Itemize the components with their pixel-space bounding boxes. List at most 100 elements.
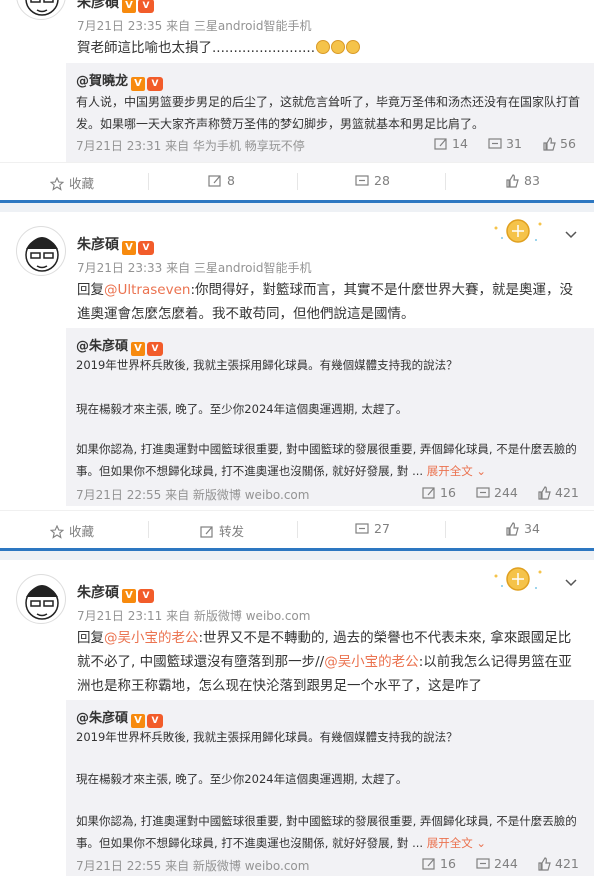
avatar[interactable] [16,0,66,20]
chevron-down-icon[interactable] [564,578,578,588]
divider [445,173,446,190]
repost-icon [422,487,435,499]
repost-count-text: 14 [452,136,468,151]
verified-icon: V [131,77,146,91]
chevron-down-icon[interactable]: ⌄ [473,836,486,850]
mention-link[interactable]: @吴小宝的老公 [324,654,419,670]
feed-separator [0,548,594,560]
comment-button[interactable]: 28 [355,173,390,188]
quoted-username[interactable]: @朱彦碩 V V [76,335,164,356]
quoted-username-text[interactable]: @朱彦碩 [76,711,128,726]
like-button[interactable]: 34 [505,521,540,536]
level-icon: V [138,589,154,603]
quoted-like-count[interactable]: 421 [537,485,579,500]
comment-count-text: 31 [506,136,522,151]
favorite-button[interactable]: 收藏 [49,521,95,540]
verified-icon: V [122,0,136,13]
mention-link[interactable]: @Ultraseven [104,282,190,298]
username[interactable]: 朱彦碩 V V [77,582,154,603]
like-icon [538,857,551,871]
quoted-paragraph-1: 2019年世界杯兵敗後, 我就主張採用歸化球員。有幾個媒體支持我的說法？ [76,730,458,744]
verified-icon: V [122,241,136,255]
quoted-username[interactable]: @朱彦碩 V V [76,707,164,728]
post-text: 回复@吴小宝的老公:世界又不是不轉動的, 過去的榮譽也不代表未來, 拿來跟國足比… [77,626,582,698]
quoted-username-text[interactable]: @賀曉龙 [76,74,128,89]
username-text[interactable]: 朱彦碩 [77,0,119,11]
avatar[interactable] [16,574,66,624]
quoted-repost-count[interactable]: 16 [422,856,456,871]
favorite-button[interactable]: 收藏 [49,173,95,192]
quoted-paragraph-3-text: 如果你認為, 打進奧運對中國籃球很重要, 對中國籃球的發展很重要, 弄個歸化球員… [76,442,577,478]
repost-button[interactable]: 转发 [200,521,244,540]
repost-icon [422,858,435,870]
post-text: 賀老師這比喻也太損了........................ [77,36,582,60]
favorite-label: 收藏 [69,176,95,191]
level-icon: V [147,77,164,91]
favorite-label: 收藏 [69,524,95,539]
mention-link[interactable]: @吴小宝的老公 [104,630,199,646]
quoted-comment-count[interactable]: 31 [488,136,522,151]
repost-count-text: 16 [440,856,456,871]
like-count-text: 56 [560,136,576,151]
post-meta: 7月21日 23:33 来自 三星android智能手机 [77,261,312,275]
star-icon [49,524,65,539]
quoted-paragraph-2: 現在楊毅才來主張, 晚了。至少你2024年這個奧運週期, 太趕了。 [76,772,408,786]
quoted-comment-count[interactable]: 244 [476,485,518,500]
chevron-down-icon[interactable] [564,230,578,240]
chevron-down-icon[interactable]: ⌄ [473,464,486,478]
divider [445,521,446,538]
action-bar: 收藏 8 28 83 [0,162,594,200]
quoted-text: 有人说，中国男篮要步男足的后尘了，这就危言耸听了，毕竟万圣伟和汤杰还没有在国家队… [76,95,581,131]
quoted-username[interactable]: @賀曉龙 V V [76,70,164,91]
medal-decoration-icon [494,219,542,243]
quoted-post[interactable]: @朱彦碩 V V 2019年世界杯兵敗後, 我就主張採用歸化球員。有幾個媒體支持我的… [66,328,594,506]
repost-button[interactable]: 8 [208,173,235,188]
comment-button[interactable]: 27 [355,521,390,536]
comment-icon [355,175,369,186]
divider [148,173,149,190]
like-count-text: 421 [555,856,579,871]
quoted-like-count[interactable]: 56 [542,136,576,151]
quoted-post[interactable]: @賀曉龙 V V 有人说，中国男篮要步男足的后尘了，这就危言耸听了，毕竟万圣伟和汤杰… [66,63,594,162]
expand-full-text-link[interactable]: 展开全文 [427,464,473,478]
like-icon [506,522,519,536]
quoted-post[interactable]: @朱彦碩 V V 2019年世界杯兵敗後, 我就主張採用歸化球員。有幾個媒體支持我的… [66,700,594,876]
quoted-comment-count[interactable]: 244 [476,856,518,871]
divider [148,521,149,538]
quoted-meta: 7月21日 22:55 来自 新版微博 weibo.com [76,859,310,873]
quoted-repost-count[interactable]: 14 [434,136,468,151]
like-button[interactable]: 83 [505,173,540,188]
repost-label: 8 [227,173,235,188]
quoted-meta: 7月21日 23:31 来自 华为手机 畅享玩不停 [76,139,305,153]
username-text[interactable]: 朱彦碩 [77,585,119,601]
quoted-username-text[interactable]: @朱彦碩 [76,339,128,354]
comment-icon [476,487,490,498]
emoji-icon [346,40,360,54]
post-card-1: 朱彦碩 V V 7月21日 23:33 来自 三星android智能手机 回复@Ul… [0,212,594,548]
quoted-repost-count[interactable]: 16 [422,485,456,500]
username[interactable]: 朱彦碩 V V [77,0,154,13]
quoted-like-count[interactable]: 421 [537,856,579,871]
like-label: 34 [524,521,540,536]
quoted-paragraph-3: 如果你認為, 打進奧運對中國籃球很重要, 對中國籃球的發展很重要, 弄個歸化球員… [76,810,586,854]
username[interactable]: 朱彦碩 V V [77,234,154,255]
quoted-meta: 7月21日 22:55 来自 新版微博 weibo.com [76,488,310,502]
comment-icon [488,138,502,149]
avatar-face-icon [25,237,59,272]
comment-count-text: 244 [494,856,518,871]
username-text[interactable]: 朱彦碩 [77,237,119,253]
comment-count-text: 244 [494,485,518,500]
level-icon: V [138,241,154,255]
post-text-body: 賀老師這比喻也太損了........................ [77,40,315,56]
medal-decoration-icon [494,567,542,591]
repost-label: 转发 [219,524,245,539]
emoji-icon [331,40,345,54]
reply-prefix: 回复 [77,282,104,298]
repost-count-text: 16 [440,485,456,500]
quoted-paragraph-3-text: 如果你認為, 打進奧運對中國籃球很重要, 對中國籃球的發展很重要, 弄個歸化球員… [76,814,577,850]
feed-separator [0,200,594,212]
action-bar: 收藏 转发 27 34 [0,510,594,548]
expand-full-text-link[interactable]: 展开全文 [427,836,473,850]
divider [297,521,298,538]
avatar[interactable] [16,226,66,276]
